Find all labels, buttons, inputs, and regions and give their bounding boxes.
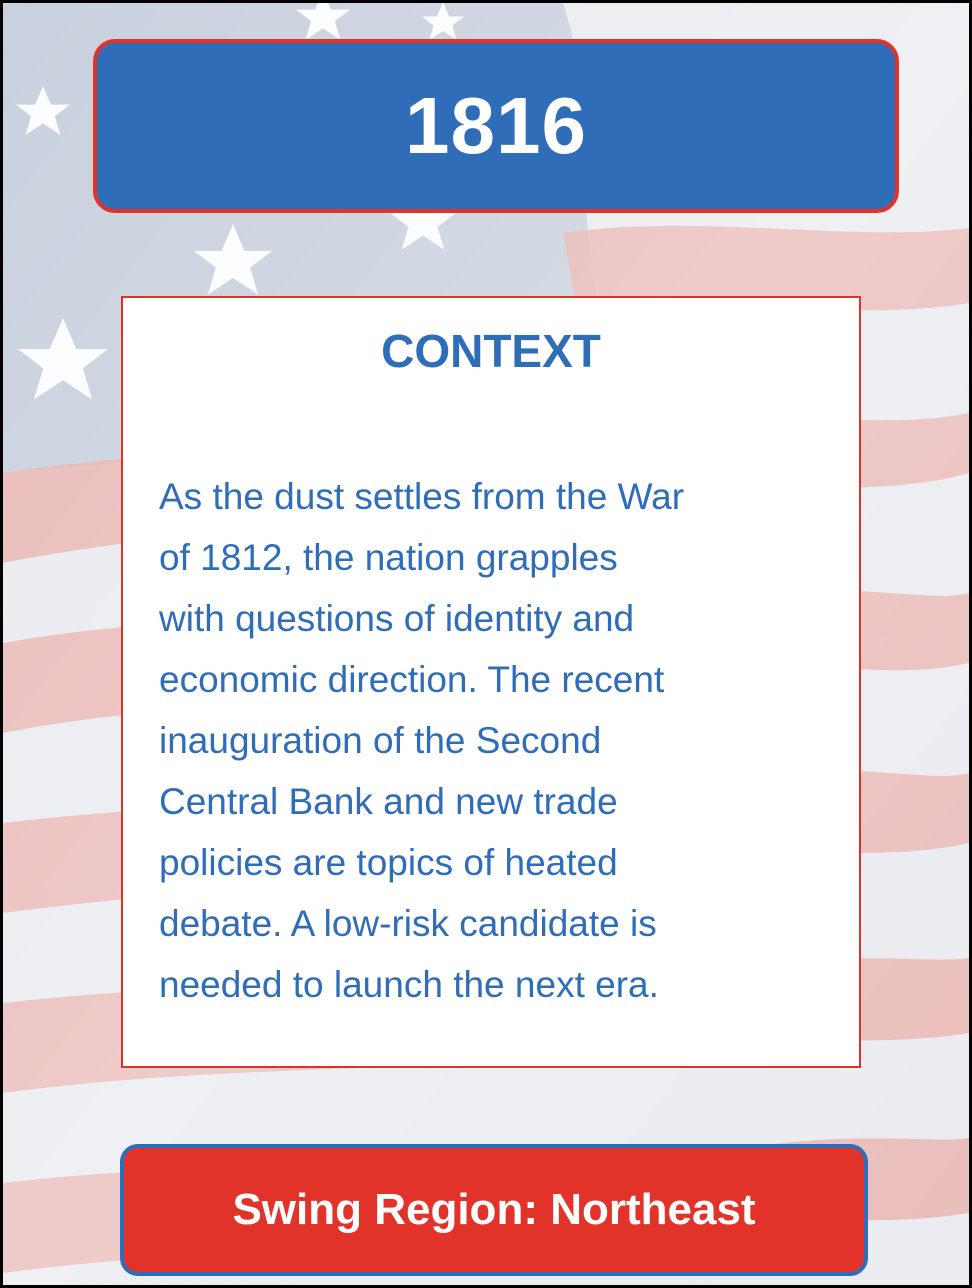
context-line: debate. A low-risk candidate is [159, 903, 657, 944]
swing-region-banner: Swing Region: Northeast [120, 1144, 868, 1276]
context-line: needed to launch the next era. [159, 964, 659, 1005]
context-heading: CONTEXT [381, 325, 601, 377]
swing-region-label: Swing Region: Northeast [232, 1185, 756, 1234]
year-label: 1816 [405, 81, 587, 170]
context-line: Central Bank and new trade [159, 781, 618, 822]
context-line: of 1812, the nation grapples [159, 537, 618, 578]
context-text: As the dust settles from the War of 1812… [159, 466, 839, 1015]
scenario-card: 1816 CONTEXT As the dust settles from th… [3, 3, 969, 1285]
context-line: inauguration of the Second [159, 720, 602, 761]
year-banner: 1816 [93, 39, 899, 213]
context-line: with questions of identity and [159, 598, 635, 639]
context-line: As the dust settles from the War [159, 476, 685, 517]
context-panel: CONTEXT As the dust settles from the War… [121, 296, 861, 1068]
context-line: economic direction. The recent [159, 659, 665, 700]
context-line: policies are topics of heated [159, 842, 618, 883]
